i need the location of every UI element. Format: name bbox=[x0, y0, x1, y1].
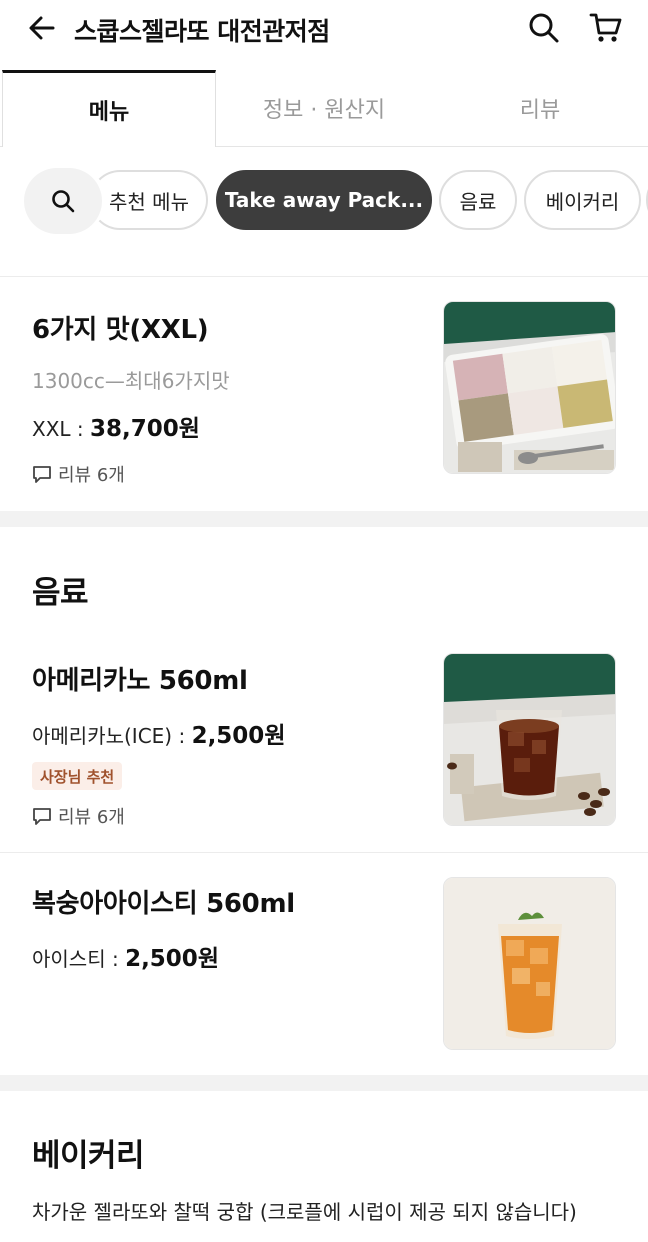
price-label: 아메리카노(ICE) : bbox=[32, 724, 192, 748]
tab-menu[interactable]: 메뉴 bbox=[2, 70, 216, 147]
back-arrow-icon bbox=[29, 16, 55, 40]
owner-recommend-badge: 사장님 추천 bbox=[32, 762, 123, 790]
cart-button[interactable] bbox=[586, 8, 626, 48]
section-divider bbox=[0, 511, 648, 527]
menu-item-peach-iced-tea[interactable]: 복숭아아이스티 560ml 아이스티 : 2,500원 bbox=[0, 853, 648, 1075]
menu-search-button[interactable] bbox=[24, 168, 102, 234]
item-price: 아메리카노(ICE) : 2,500원 bbox=[32, 716, 285, 750]
item-price: XXL : 38,700원 bbox=[32, 409, 200, 443]
tab-reviews[interactable]: 리뷰 bbox=[432, 70, 648, 146]
review-count: 리뷰 6개 bbox=[32, 461, 125, 487]
price-value: 2,500원 bbox=[191, 723, 286, 749]
speech-bubble-icon bbox=[33, 808, 51, 825]
section-title-drinks: 음료 bbox=[32, 575, 89, 611]
item-photo-americano bbox=[443, 653, 616, 826]
tab-info-origin[interactable]: 정보 · 원산지 bbox=[216, 70, 432, 146]
item-photo-peach-iced-tea bbox=[443, 877, 616, 1050]
price-label: XXL : bbox=[32, 417, 90, 441]
item-price: 아이스티 : 2,500원 bbox=[32, 939, 219, 973]
price-value: 38,700원 bbox=[90, 416, 200, 442]
top-app-bar: 스쿱스젤라또 대전관저점 bbox=[0, 0, 648, 70]
item-name: 아메리카노 560ml bbox=[32, 666, 248, 696]
item-photo-gelato-box bbox=[443, 301, 616, 474]
back-button[interactable] bbox=[22, 8, 62, 48]
search-button[interactable] bbox=[524, 8, 564, 48]
item-name: 6가지 맛(XXL) bbox=[32, 315, 209, 345]
price-value: 2,500원 bbox=[125, 946, 219, 972]
store-title: 스쿱스젤라또 대전관저점 bbox=[74, 17, 330, 46]
section-title-bakery: 베이커리 bbox=[32, 1138, 145, 1174]
section-description-bakery: 차가운 젤라또와 찰떡 궁합 (크로플에 시럽이 제공 되지 않습니다) bbox=[32, 1200, 577, 1224]
chip-bakery[interactable]: 베이커리 bbox=[524, 170, 641, 230]
cart-icon bbox=[589, 13, 622, 42]
item-name: 복숭아아이스티 560ml bbox=[32, 889, 295, 919]
review-count: 리뷰 6개 bbox=[32, 803, 125, 829]
price-label: 아이스티 : bbox=[32, 947, 126, 971]
search-icon bbox=[52, 190, 75, 213]
menu-item-6flavor-xxl[interactable]: 6가지 맛(XXL) 1300cc—최대6가지맛 XXL : 38,700원 리… bbox=[0, 277, 648, 511]
search-icon bbox=[529, 13, 559, 43]
section-divider bbox=[0, 1075, 648, 1091]
chip-takeaway-pack[interactable]: Take away Pack... bbox=[216, 170, 432, 230]
category-chip-bar: 추천 메뉴 Take away Pack... 음료 베이커리 bbox=[0, 168, 648, 234]
chip-recommended[interactable]: 추천 메뉴 bbox=[90, 170, 208, 230]
menu-item-americano[interactable]: 아메리카노 560ml 아메리카노(ICE) : 2,500원 사장님 추천 리… bbox=[0, 630, 648, 852]
item-description: 1300cc—최대6가지맛 bbox=[32, 369, 230, 393]
speech-bubble-icon bbox=[33, 466, 51, 483]
store-tab-bar: 메뉴 정보 · 원산지 리뷰 bbox=[0, 70, 648, 147]
chip-drinks[interactable]: 음료 bbox=[439, 170, 517, 230]
